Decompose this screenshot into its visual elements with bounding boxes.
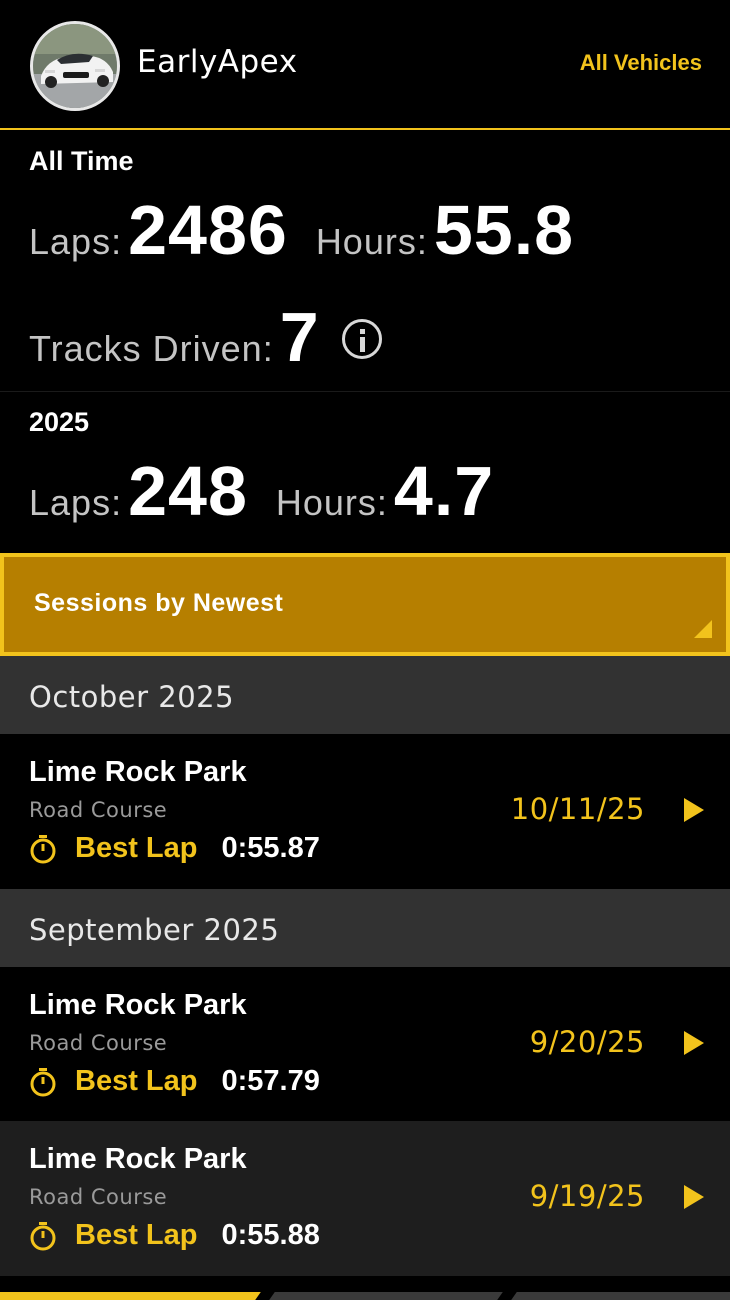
- all-time-stats: All Time Laps: 2486 Hours: 55.8 Tracks D…: [0, 132, 730, 392]
- vehicle-avatar[interactable]: [30, 21, 120, 111]
- hours-value: 55.8: [433, 191, 575, 269]
- track-config: Road Course: [29, 1031, 168, 1055]
- track-config: Road Course: [29, 798, 168, 822]
- session-row[interactable]: Lime Rock Park Road Course Best Lap 0:55…: [0, 734, 730, 886]
- session-row[interactable]: Lime Rock Park Road Course Best Lap 0:55…: [0, 1121, 730, 1276]
- year-hours-label: Hours:: [275, 482, 388, 523]
- best-lap-row: Best Lap 0:55.87: [29, 832, 320, 865]
- all-time-title: All Time: [29, 146, 134, 176]
- stopwatch-icon: [30, 1221, 56, 1250]
- best-lap-time: 0:55.88: [221, 1219, 320, 1251]
- username: EarlyApex: [137, 44, 298, 80]
- track-name: Lime Rock Park: [29, 989, 247, 1021]
- best-lap-row: Best Lap 0:55.88: [29, 1219, 320, 1252]
- play-arrow-icon: [684, 1031, 704, 1055]
- bottom-tab-bar: [0, 1290, 730, 1300]
- year-hours-value: 4.7: [393, 452, 495, 530]
- session-date: 9/19/25: [529, 1179, 645, 1213]
- year-stats: 2025 Laps: 248 Hours: 4.7: [0, 393, 730, 553]
- best-lap-time: 0:55.87: [221, 832, 320, 864]
- best-lap-row: Best Lap 0:57.79: [29, 1065, 320, 1098]
- session-date: 9/20/25: [529, 1025, 645, 1059]
- sort-label: Sessions by Newest: [34, 589, 284, 617]
- month-label: October 2025: [29, 680, 235, 714]
- year-laps-hours: Laps: 248 Hours: 4.7: [29, 451, 522, 531]
- app-header: EarlyApex All Vehicles: [0, 0, 730, 130]
- year-title: 2025: [29, 407, 90, 437]
- session-date: 10/11/25: [510, 792, 645, 826]
- month-label: September 2025: [29, 913, 280, 947]
- car-photo-icon: [33, 24, 117, 108]
- all-vehicles-link[interactable]: All Vehicles: [580, 50, 702, 76]
- best-lap-label: Best Lap: [75, 1065, 198, 1097]
- best-lap-label: Best Lap: [75, 832, 198, 864]
- track-name: Lime Rock Park: [29, 756, 247, 788]
- tracks-driven-value: 7: [279, 298, 320, 376]
- year-laps-label: Laps:: [29, 482, 123, 523]
- play-arrow-icon: [684, 798, 704, 822]
- tracks-driven-row: Tracks Driven: 7: [29, 297, 382, 377]
- info-icon[interactable]: [341, 319, 382, 359]
- tab-active-indicator[interactable]: [0, 1292, 261, 1300]
- session-row[interactable]: Lime Rock Park Road Course Best Lap 0:57…: [0, 967, 730, 1119]
- play-arrow-icon: [684, 1185, 704, 1209]
- laps-value: 2486: [128, 191, 288, 269]
- stopwatch-icon: [30, 834, 56, 863]
- dropdown-caret-icon: [694, 620, 712, 638]
- year-laps-value: 248: [128, 452, 248, 530]
- sort-dropdown[interactable]: Sessions by Newest: [0, 553, 730, 656]
- track-name: Lime Rock Park: [29, 1143, 247, 1175]
- stopwatch-icon: [30, 1067, 56, 1096]
- tracks-driven-label: Tracks Driven:: [29, 328, 274, 369]
- month-header: October 2025: [0, 656, 730, 734]
- tab-segment[interactable]: [269, 1292, 503, 1300]
- track-config: Road Course: [29, 1185, 168, 1209]
- month-header: September 2025: [0, 889, 730, 967]
- tab-segment[interactable]: [511, 1292, 730, 1300]
- all-time-laps-hours: Laps: 2486 Hours: 55.8: [29, 190, 602, 270]
- best-lap-label: Best Lap: [75, 1219, 198, 1251]
- laps-label: Laps:: [29, 221, 123, 262]
- hours-label: Hours:: [315, 221, 428, 262]
- best-lap-time: 0:57.79: [221, 1065, 320, 1097]
